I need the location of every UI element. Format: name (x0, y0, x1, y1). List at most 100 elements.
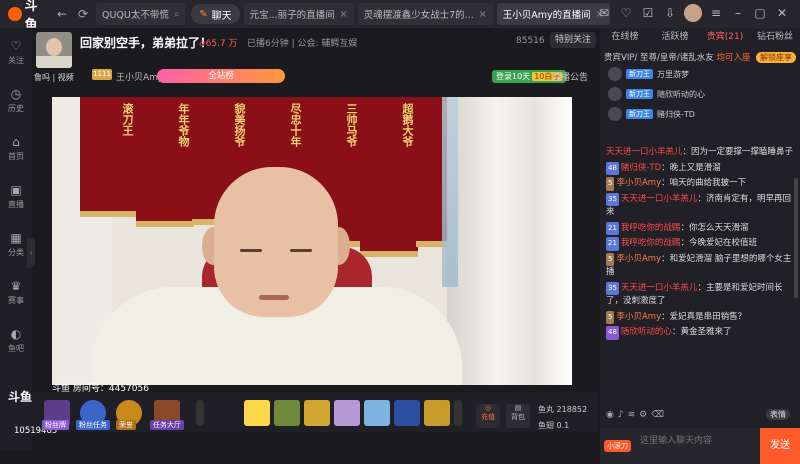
chat-icon: ✎ (199, 8, 208, 20)
anchor-avatar[interactable] (36, 32, 72, 68)
rank-tabs: 在线榜 活跃榜 贵宾(21) 钻石粉丝 (600, 28, 800, 46)
vip-row[interactable]: 新刀王 赌归侠-TD (600, 104, 800, 124)
task-icon[interactable]: ☑ (640, 5, 656, 21)
home-icon: ⌂ (12, 134, 20, 149)
room-title: 回家别空手，弟弟拉了！ (80, 36, 213, 50)
maximize-icon[interactable]: ▢ (752, 5, 768, 21)
chat-input[interactable] (640, 434, 758, 448)
room-id-small: 85516 (516, 36, 545, 46)
chat-message: 21 我呼吃你的战赐：今晚爱妃在校值班 (606, 237, 794, 251)
chat-message: 35 天天进一口小羊羔儿：济南肯定有，明早再回来 (606, 192, 791, 217)
sidebar-item-history[interactable]: ◷ 历史 (0, 76, 32, 124)
back-icon[interactable]: ← (53, 7, 71, 21)
tab-vip[interactable]: 贵宾(21) (700, 28, 750, 46)
gift-item[interactable] (244, 400, 270, 426)
notice-button[interactable]: 直播公告 (552, 70, 588, 83)
tv-icon: ▣ (10, 182, 22, 197)
rank-pill[interactable]: 全站榜 (157, 69, 285, 83)
recharge-button[interactable]: ◎ 充值 (476, 404, 500, 428)
user-avatar[interactable] (684, 4, 702, 22)
fish-icon: ◐ (10, 326, 22, 341)
sidebar-collapse-handle[interactable]: ‹ (27, 238, 35, 268)
room-meta: 已播6分钟 | 公会: 辅鳄互娱 (247, 39, 358, 49)
gift-item[interactable] (394, 400, 420, 426)
gift-item[interactable] (424, 400, 450, 426)
fish-coin-icon: 鱼丸 (538, 405, 554, 414)
level-badge: 1111 (92, 69, 112, 80)
chat-message: 48 随欣听动的心：黄金圣雅来了 (606, 326, 794, 340)
tab-yuanbao[interactable]: 元宝...丽子的直播间 × (243, 3, 354, 25)
task-hall-label: 任务大厅 (150, 420, 184, 430)
banner: 滚刀王 (80, 97, 138, 217)
video-player[interactable]: 滚刀王 年年爷物 貌美扬爷 尽忠十年 三帅马爷 超鹅大爷 铁血将军 (52, 97, 572, 385)
settings-icon[interactable]: ⚙ (639, 410, 647, 422)
speaker-icon[interactable]: ◉ (606, 410, 614, 422)
chat-message: 天天进一口小羊羔儿：因为一定要撑一撑瞌睡鼻子 (606, 147, 794, 157)
message-icon[interactable]: ✉ (596, 5, 612, 21)
refresh-icon[interactable]: ⟳ (74, 7, 92, 21)
tab-online[interactable]: 在线榜 (600, 28, 650, 46)
chat-message: 35 天天进一口小羊羔儿：主要是和爱妃时间长了，没刺激度了 (606, 281, 783, 306)
tab-active[interactable]: 活跃榜 (650, 28, 700, 46)
fire-icon: 🔥︎ (199, 39, 206, 49)
sidebar-item-fishbar[interactable]: ◐ 鱼吧 (0, 316, 32, 364)
scroll-left-arrow[interactable] (196, 400, 204, 426)
unlock-seat-button[interactable]: 解锁座享 (756, 51, 796, 63)
tab-diamond[interactable]: 钻石粉丝 (750, 28, 800, 46)
minimize-icon[interactable]: – (730, 5, 746, 21)
avatar (608, 87, 622, 101)
sidebar-item-follow[interactable]: ♡ 关注 (0, 28, 32, 76)
send-button[interactable]: 发送 (760, 428, 800, 464)
douyu-watermark: 斗鱼 (8, 390, 33, 404)
avatar (608, 67, 622, 81)
vip-row[interactable]: 新刀王 随欣听动的心 (600, 84, 800, 104)
room-header: 鲁吗 | 视频 回家别空手，弟弟拉了！ 🔥︎65.7 万 已播6分钟 | 公会:… (32, 28, 598, 88)
chat-scrollbar[interactable] (794, 178, 798, 298)
sound-icon[interactable]: ♪ (618, 410, 624, 422)
chat-message: 5 李小贝Amy：爱妃真是串田销售？ (606, 310, 794, 324)
sidebar-item-live[interactable]: ▣ 直播 (0, 172, 32, 220)
bag-button[interactable]: ▤ 背包 (506, 404, 530, 428)
emoji-button[interactable]: 表情 (766, 409, 790, 420)
vip-row[interactable]: 新刀王 万里游梦 (600, 64, 800, 84)
vip-seat-info: 贵宾VIP/ 至尊/皇帝/诸乱水友 均可入座 解锁座享 (604, 50, 796, 64)
douyu-logo[interactable]: 斗鱼 (0, 0, 50, 33)
follow-button[interactable]: 特别关注 (550, 32, 597, 48)
left-sidebar: ♡ 关注 ◷ 历史 ⌂ 首页 ▣ 直播 ▦ 分类 ♛ 赛事 ◐ 鱼吧 ‹ (0, 28, 35, 450)
tab-linghun[interactable]: 灵魂摆渡鑫少女战士7的... × (357, 3, 493, 25)
heart-icon[interactable]: ♡ (618, 5, 634, 21)
chat-message: 5 李小贝Amy：咱天的曲给我披一下 (606, 177, 794, 191)
fan-tag[interactable]: 小滚刀 (604, 440, 631, 452)
logo-icon (8, 7, 22, 21)
search-icon[interactable]: ⌕ (174, 9, 179, 20)
chat-button[interactable]: ✎ 聊天 (191, 4, 240, 24)
gift-item[interactable] (334, 400, 360, 426)
tab-current-room[interactable]: 王小贝Amy的直播间 × (496, 3, 610, 25)
scroll-right-arrow[interactable] (454, 400, 462, 426)
fans-task-label: 粉丝任务 (76, 420, 110, 430)
banner: 年年爷物 (136, 97, 194, 227)
close-icon[interactable]: × (479, 9, 487, 20)
close-icon[interactable]: × (340, 9, 348, 20)
trash-icon[interactable]: ⌫ (651, 410, 664, 422)
gift-item[interactable] (304, 400, 330, 426)
chat-message: 48 赌归侠-TD：晚上又是滑溜 (606, 161, 794, 175)
heart-icon: ♡ (10, 38, 22, 53)
sidebar-item-home[interactable]: ⌂ 首页 (0, 124, 32, 172)
tab-ququ[interactable]: QUQU太不带慌 ⌕ (96, 3, 186, 25)
fans-badge-label: 粉丝牌 (42, 420, 69, 430)
download-icon[interactable]: ⇩ (662, 5, 678, 21)
close-window-icon[interactable]: ✕ (774, 5, 790, 21)
bag-icon: ▤ (514, 404, 522, 412)
anchor-category[interactable]: 鲁吗 | 视频 (34, 72, 74, 83)
chat-list[interactable]: 天天进一口小羊羔儿：因为一定要撑一撑瞌睡鼻子 48 赌归侠-TD：晚上又是滑溜 5… (600, 146, 800, 404)
trophy-icon: ♛ (10, 278, 22, 293)
top-icons: ✉ ♡ ☑ ⇩ ≡ – ▢ ✕ (596, 4, 790, 22)
sidebar-item-esports[interactable]: ♛ 赛事 (0, 268, 32, 316)
top-bar: 斗鱼 ← ⟳ QUQU太不带慌 ⌕ ✎ 聊天 元宝...丽子的直播间 × 灵魂摆渡鑫少… (0, 0, 800, 33)
wallet-yuwan: 鱼翅 0.1 (538, 421, 570, 430)
gift-item[interactable] (364, 400, 390, 426)
gift-item[interactable] (274, 400, 300, 426)
barrage-icon[interactable]: ≋ (628, 410, 636, 422)
menu-icon[interactable]: ≡ (708, 5, 724, 21)
